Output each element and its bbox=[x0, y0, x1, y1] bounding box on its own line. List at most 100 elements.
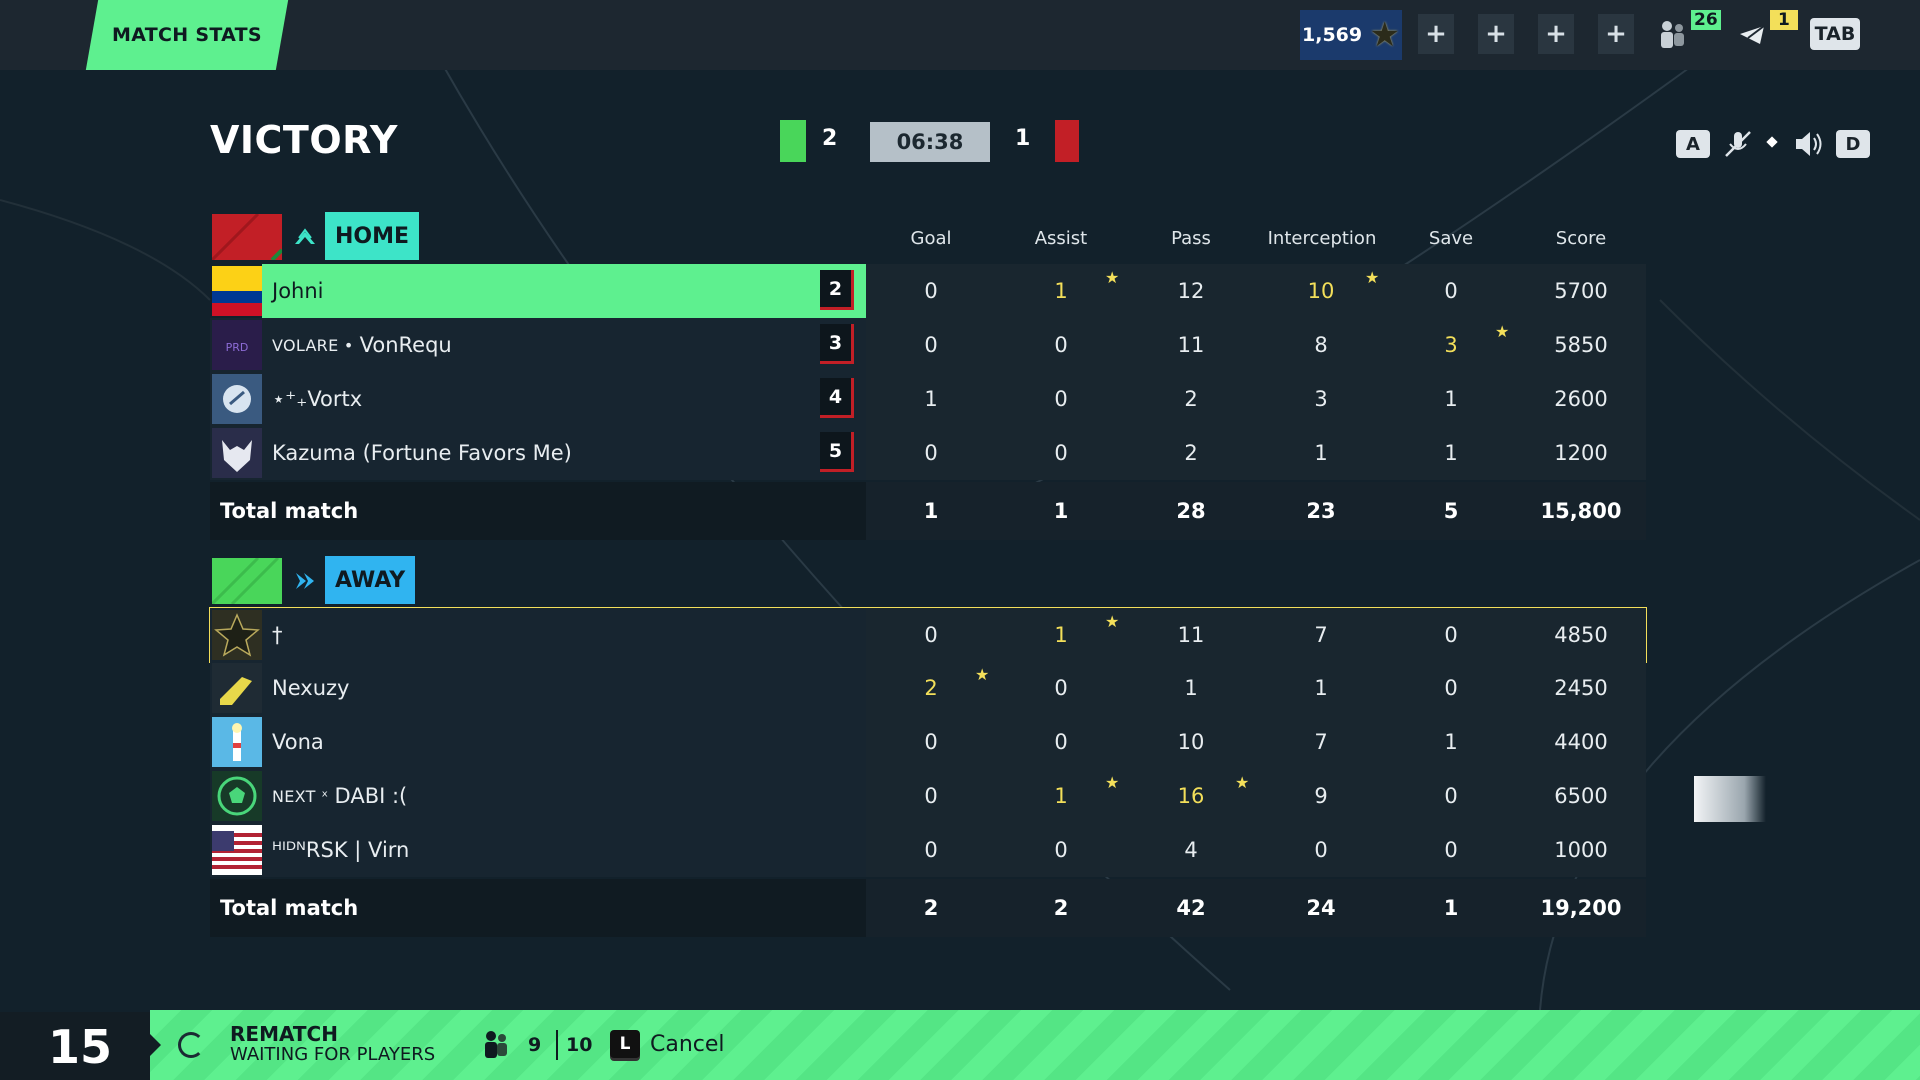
away-team-flag bbox=[212, 558, 282, 604]
stat-interception: 7 bbox=[1314, 623, 1328, 647]
friends-count-badge: 26 bbox=[1691, 10, 1721, 30]
stat-assist: 0 bbox=[1054, 387, 1068, 411]
stat-goal: 0 bbox=[924, 333, 938, 357]
rematch-title: REMATCH bbox=[230, 1022, 338, 1046]
players-icon bbox=[485, 1031, 507, 1058]
player-rank-badge: 2 bbox=[820, 270, 854, 310]
total-assist: 1 bbox=[1053, 499, 1069, 523]
stat-pass: 2 bbox=[1184, 387, 1198, 411]
usa-flag-avatar bbox=[212, 825, 262, 875]
away-team-emblem-icon bbox=[288, 558, 322, 604]
total-assist: 2 bbox=[1053, 896, 1069, 920]
voice-left-key[interactable]: A bbox=[1676, 130, 1710, 158]
away-player-row-current-user[interactable]: † 0 1 ★ 11 7 0 4850 bbox=[209, 607, 1647, 663]
total-save: 5 bbox=[1443, 499, 1459, 523]
best-stat-star-icon: ★ bbox=[1365, 268, 1380, 287]
goalkeeper-glove-avatar bbox=[212, 374, 262, 424]
rematch-status: WAITING FOR PLAYERS bbox=[230, 1044, 436, 1065]
bar-arrow-icon bbox=[150, 1034, 161, 1056]
away-player-row[interactable]: ᴴᴵᴰᴺ RSK | Virn 0 0 4 0 0 1000 bbox=[210, 823, 1646, 877]
away-player-row[interactable]: Nexuzy 2 ★ 0 1 1 0 2450 bbox=[210, 661, 1646, 715]
player-name: NEXT ˣ DABI :( bbox=[272, 784, 408, 808]
stat-assist: 0 bbox=[1054, 333, 1068, 357]
away-score: 1 bbox=[1015, 126, 1031, 151]
stat-assist: 0 bbox=[1054, 838, 1068, 862]
stat-assist: 0 bbox=[1054, 676, 1068, 700]
players-total-count: 10 bbox=[566, 1034, 593, 1056]
total-interception: 23 bbox=[1306, 499, 1336, 523]
cancel-key-hint[interactable]: L bbox=[610, 1030, 640, 1058]
tab-match-stats[interactable]: MATCH STATS bbox=[85, 0, 289, 70]
home-total-row: Total match 1 1 28 23 5 15,800 bbox=[210, 482, 1646, 540]
cancel-button[interactable]: Cancel bbox=[650, 1032, 725, 1057]
add-button-1[interactable]: + bbox=[1418, 14, 1454, 54]
scroll-indicator[interactable] bbox=[1694, 776, 1766, 822]
total-score: 19,200 bbox=[1540, 896, 1622, 920]
predator-logo-avatar: PRD bbox=[212, 320, 262, 370]
away-score-flag bbox=[1055, 120, 1079, 162]
stat-score: 5700 bbox=[1554, 279, 1608, 303]
best-stat-star-icon: ★ bbox=[1235, 773, 1250, 792]
add-button-3[interactable]: + bbox=[1538, 14, 1574, 54]
stat-score: 5850 bbox=[1554, 333, 1608, 357]
stat-goal: 0 bbox=[924, 838, 938, 862]
stat-interception: 8 bbox=[1314, 333, 1328, 357]
mail-count-badge: 1 bbox=[1770, 10, 1798, 30]
away-player-row[interactable]: NEXT ˣ DABI :( 0 1 ★ 16 ★ 9 0 6500 bbox=[210, 769, 1646, 823]
column-header-assist: Assist bbox=[1034, 228, 1088, 249]
stat-goal: 0 bbox=[924, 784, 938, 808]
stat-score: 2600 bbox=[1554, 387, 1608, 411]
away-team-name: AWAY bbox=[325, 556, 416, 604]
players-ready-count: 9 bbox=[528, 1034, 542, 1056]
stat-goal: 0 bbox=[924, 441, 938, 465]
stat-goal: 1 bbox=[924, 387, 938, 411]
total-interception: 24 bbox=[1306, 896, 1336, 920]
players-count-divider bbox=[556, 1030, 558, 1060]
total-pass: 42 bbox=[1176, 896, 1206, 920]
player-rank-badge: 4 bbox=[820, 378, 854, 418]
stat-save: 0 bbox=[1444, 623, 1458, 647]
friends-icon[interactable] bbox=[1655, 18, 1689, 50]
player-name: † bbox=[272, 623, 283, 647]
home-team-emblem-icon bbox=[288, 214, 322, 260]
stat-assist: 1 bbox=[1054, 784, 1068, 808]
tab-match-stats-label: MATCH STATS bbox=[112, 24, 262, 46]
stat-pass: 10 bbox=[1177, 730, 1205, 754]
mic-off-icon[interactable] bbox=[1722, 128, 1754, 160]
home-player-row[interactable]: Johni 2 0 1 ★ 12 10 ★ 0 5700 bbox=[210, 264, 1646, 318]
add-button-2[interactable]: + bbox=[1478, 14, 1514, 54]
home-player-row[interactable]: ⋆⁺₊Vortx 4 1 0 2 3 1 2600 bbox=[210, 372, 1646, 426]
stat-interception: 7 bbox=[1314, 730, 1328, 754]
home-player-row[interactable]: PRD VOLARE • VonRequ 3 0 0 11 8 3 ★ 5850 bbox=[210, 318, 1646, 372]
stat-save: 1 bbox=[1444, 387, 1458, 411]
colombia-flag-avatar bbox=[212, 266, 262, 316]
stat-pass: 12 bbox=[1177, 279, 1205, 303]
add-button-4[interactable]: + bbox=[1598, 14, 1634, 54]
stat-score: 6500 bbox=[1554, 784, 1608, 808]
stat-score: 2450 bbox=[1554, 676, 1608, 700]
total-goal: 2 bbox=[923, 896, 939, 920]
away-player-row[interactable]: Vona 0 0 10 7 1 4400 bbox=[210, 715, 1646, 769]
home-team-name: HOME bbox=[325, 212, 420, 260]
voice-right-key[interactable]: D bbox=[1836, 130, 1870, 158]
speaker-icon[interactable] bbox=[1792, 128, 1826, 160]
mail-icon[interactable] bbox=[1738, 22, 1768, 48]
home-player-row[interactable]: Kazuma (Fortune Favors Me) 5 0 0 2 1 1 1… bbox=[210, 426, 1646, 480]
golden-boot-avatar bbox=[212, 663, 262, 713]
home-score: 2 bbox=[822, 126, 838, 151]
home-score-flag bbox=[780, 120, 806, 162]
best-stat-star-icon: ★ bbox=[1105, 773, 1120, 792]
stat-save: 0 bbox=[1444, 279, 1458, 303]
tab-key-hint[interactable]: TAB bbox=[1810, 18, 1860, 50]
total-label: Total match bbox=[220, 896, 359, 920]
stat-save: 3 bbox=[1444, 333, 1458, 357]
total-score: 15,800 bbox=[1540, 499, 1622, 523]
player-name: Johni bbox=[272, 279, 324, 303]
match-result-title: VICTORY bbox=[210, 118, 398, 162]
stat-pass: 11 bbox=[1177, 333, 1205, 357]
stat-score: 1200 bbox=[1554, 441, 1608, 465]
stat-pass: 16 bbox=[1177, 784, 1205, 808]
column-header-goal: Goal bbox=[910, 228, 952, 249]
currency-display[interactable]: 1,569 ★ bbox=[1300, 10, 1402, 60]
total-goal: 1 bbox=[923, 499, 939, 523]
